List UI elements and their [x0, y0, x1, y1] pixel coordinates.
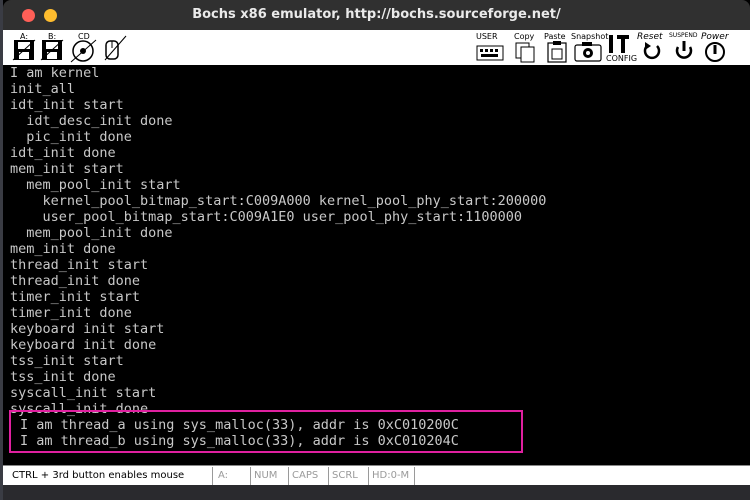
console-line: idt_init done: [10, 145, 116, 161]
copy-label: Copy: [514, 32, 535, 41]
console-line: keyboard init done: [10, 337, 157, 353]
console-line: mem_init done: [10, 241, 116, 257]
suspend-button[interactable]: SUSPEND: [669, 32, 699, 63]
console-line: timer_init start: [10, 289, 141, 305]
floppy-a-button[interactable]: A:: [11, 32, 37, 63]
floppy-b-button[interactable]: B:: [39, 32, 65, 63]
snapshot-label: Snapshot: [571, 32, 609, 41]
status-mouse-hint: CTRL + 3rd button enables mouse: [9, 467, 213, 485]
paste-label: Paste: [544, 32, 566, 41]
console-line: init_all: [10, 81, 76, 97]
console-line: tss_init done: [10, 369, 116, 385]
console-line: tss_init start: [10, 353, 124, 369]
console-line: syscall_init start: [10, 385, 157, 401]
console-line: thread_init done: [10, 273, 141, 289]
status-scrl: SCRL: [329, 467, 369, 485]
toolbar: A: B: CD USER Copy Paste Snapshot CONFIG…: [3, 30, 750, 65]
mouse-icon: [104, 35, 127, 61]
power-label: Power: [701, 32, 729, 42]
console-line: timer_init done: [10, 305, 132, 321]
suspend-label: SUSPEND: [669, 32, 698, 39]
reset-button[interactable]: Reset: [637, 32, 669, 63]
console-line: mem_init start: [10, 161, 124, 177]
power-button[interactable]: Power: [699, 32, 731, 63]
paste-button[interactable]: Paste: [543, 32, 571, 63]
status-drive: A:: [215, 467, 251, 485]
reset-label: Reset: [637, 32, 663, 42]
console-line: keyboard init start: [10, 321, 165, 337]
config-label: CONFIG: [606, 54, 638, 63]
status-hd: HD:0-M: [369, 467, 415, 485]
console-line: kernel_pool_bitmap_start:C009A000 kernel…: [10, 193, 547, 209]
cdrom-button[interactable]: CD: [69, 32, 97, 63]
status-caps: CAPS: [289, 467, 329, 485]
console-line: mem_pool_init start: [10, 177, 181, 193]
console-line: idt_init start: [10, 97, 124, 113]
highlight-box: [9, 410, 523, 453]
user-label: USER: [476, 32, 498, 41]
snapshot-button[interactable]: Snapshot: [571, 32, 609, 63]
mouse-button[interactable]: [99, 32, 127, 63]
floppy-a-label: A:: [20, 32, 29, 41]
console-screen[interactable]: I am kernel init_all idt_init start idt_…: [3, 65, 750, 465]
console-line: mem_pool_init done: [10, 225, 173, 241]
bochs-window: Bochs x86 emulator, http://bochs.sourcef…: [3, 0, 750, 500]
window-bottom-edge: [3, 485, 750, 500]
console-line: I am kernel: [10, 65, 100, 81]
cdrom-label: CD: [78, 32, 90, 41]
copy-button[interactable]: Copy: [511, 32, 539, 63]
console-line: thread_init start: [10, 257, 149, 273]
user-button[interactable]: USER: [475, 32, 505, 63]
config-button[interactable]: CONFIG: [605, 32, 638, 63]
floppy-b-label: B:: [48, 32, 57, 41]
console-line: idt_desc_init done: [10, 113, 173, 129]
title-bar[interactable]: Bochs x86 emulator, http://bochs.sourcef…: [3, 0, 750, 30]
status-bar: CTRL + 3rd button enables mouse A: NUM C…: [3, 465, 750, 486]
window-title: Bochs x86 emulator, http://bochs.sourcef…: [192, 7, 561, 22]
console-line: user_pool_bitmap_start:C009A1E0 user_poo…: [10, 209, 523, 225]
console-line: pic_init done: [10, 129, 132, 145]
status-num: NUM: [251, 467, 289, 485]
